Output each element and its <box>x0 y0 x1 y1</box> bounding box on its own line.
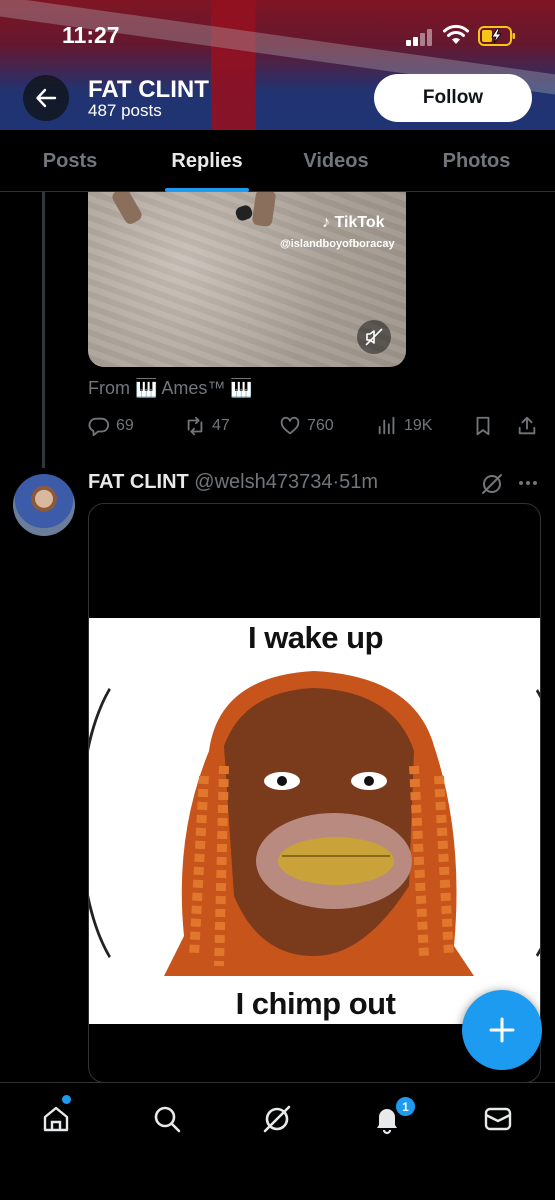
analytics-bars-icon <box>378 416 395 435</box>
repost-count: 47 <box>212 417 230 434</box>
profile-name: FAT CLINT <box>88 76 209 103</box>
reply-count: 69 <box>116 417 134 434</box>
bottom-nav: 1 <box>0 1082 555 1200</box>
nav-grok[interactable] <box>259 1101 295 1137</box>
tab-photos[interactable]: Photos <box>398 130 555 192</box>
active-tab-indicator <box>165 188 249 192</box>
home-unread-dot <box>62 1095 71 1104</box>
avatar[interactable] <box>13 474 75 536</box>
back-arrow-icon <box>36 88 57 108</box>
post-count: 487 posts <box>88 101 162 120</box>
previous-tweet-actions: 69 47 760 19K <box>88 412 548 440</box>
status-bar: 11:27 <box>0 0 555 70</box>
more-dots-icon[interactable] <box>516 471 540 495</box>
status-time: 11:27 <box>62 22 120 48</box>
heart-icon <box>280 416 300 435</box>
reply-button[interactable]: 69 <box>88 412 134 440</box>
thread-line <box>42 192 45 468</box>
cellular-signal-icon <box>406 28 434 46</box>
tab-replies[interactable]: Replies <box>140 130 274 192</box>
nav-home[interactable] <box>38 1101 74 1137</box>
bookmark-button[interactable] <box>472 412 494 440</box>
bookmark-icon <box>476 416 490 436</box>
mail-icon <box>484 1107 512 1131</box>
back-button[interactable] <box>23 75 69 121</box>
tab-videos[interactable]: Videos <box>274 130 398 192</box>
tiktok-watermark: ♪ TikTok <box>322 214 385 231</box>
view-count: 19K <box>404 417 433 434</box>
share-upload-icon <box>518 416 536 435</box>
reply-bubble-icon <box>88 417 110 437</box>
profile-tabs: Posts Replies Videos Photos <box>0 130 555 192</box>
meme-image: I wake up I chimp out <box>89 618 540 1024</box>
share-button[interactable] <box>516 412 538 440</box>
home-icon <box>43 1106 69 1132</box>
notification-badge: 1 <box>394 1095 417 1118</box>
like-count: 760 <box>307 417 334 434</box>
tab-posts[interactable]: Posts <box>0 130 140 192</box>
mute-button[interactable] <box>357 320 391 354</box>
muted-speaker-icon <box>365 328 383 346</box>
meme-figure <box>164 671 474 976</box>
from-line[interactable]: From 🎹 Ames™ 🎹 <box>88 378 253 399</box>
tweet-media-card[interactable]: I wake up I chimp out <box>88 503 541 1083</box>
search-icon <box>154 1106 181 1133</box>
grok-icon[interactable] <box>480 472 504 496</box>
follow-button[interactable]: Follow <box>374 74 532 122</box>
tweet-time: 51m <box>339 471 379 493</box>
plus-icon <box>489 1017 515 1043</box>
tiktok-note-icon: ♪ <box>322 214 330 231</box>
profile-top-bar: FAT CLINT 487 posts Follow <box>0 70 555 130</box>
tweet-header: FAT CLINT @welsh473734·51m <box>88 471 378 494</box>
tweet-author-name[interactable]: FAT CLINT <box>88 471 189 493</box>
meme-top-text: I wake up <box>247 620 384 655</box>
repost-button[interactable]: 47 <box>184 412 230 440</box>
repost-icon <box>187 416 203 436</box>
tweet-author-handle[interactable]: @welsh473734 <box>194 471 332 493</box>
like-button[interactable]: 760 <box>279 412 334 440</box>
grok-icon <box>263 1105 291 1133</box>
wifi-icon <box>443 24 469 44</box>
tiktok-handle: @islandboyofboracay <box>280 238 395 250</box>
views-button[interactable]: 19K <box>376 412 432 440</box>
nav-search[interactable] <box>149 1101 185 1137</box>
compose-button[interactable] <box>462 990 542 1070</box>
nav-messages[interactable] <box>480 1101 516 1137</box>
battery-charging-icon <box>478 26 515 46</box>
